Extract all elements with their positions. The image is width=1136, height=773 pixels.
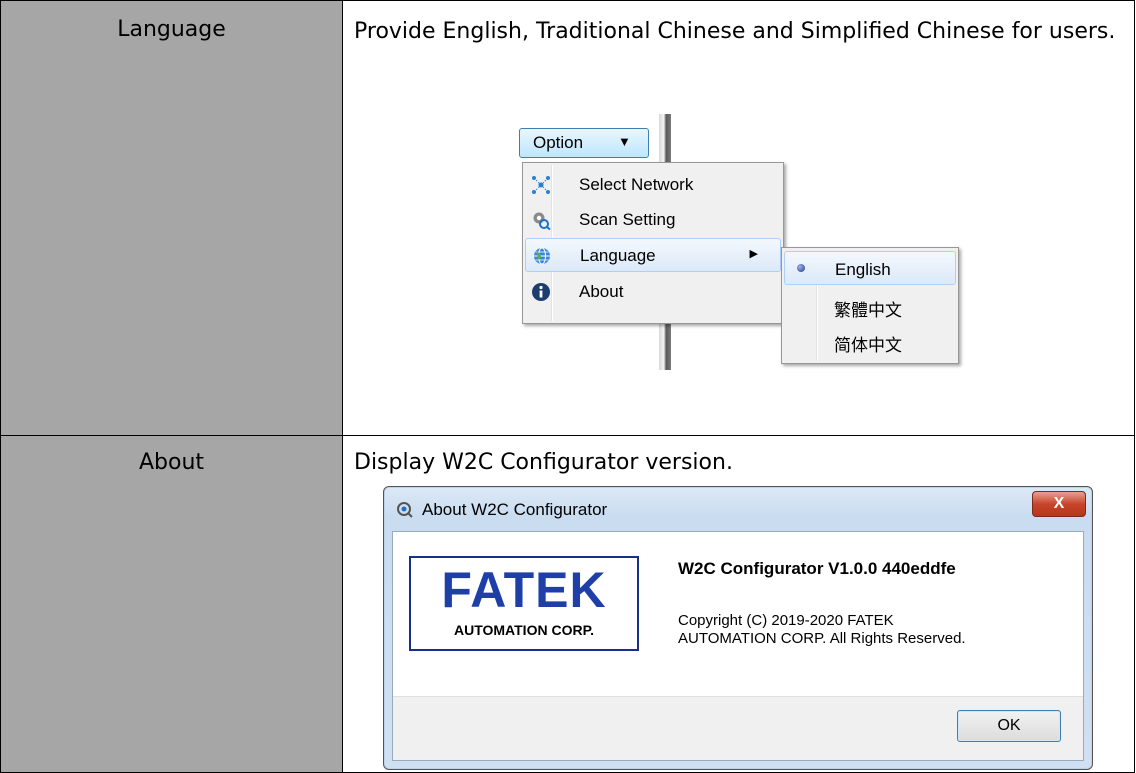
option-dropdown-menu: Select Network Scan Setting Language ▶ A… (522, 162, 784, 324)
copyright-line-1: Copyright (C) 2019-2020 FATEK (678, 612, 894, 629)
option-button-label: Option (533, 133, 584, 152)
row-description-language: Provide English, Traditional Chinese and… (354, 19, 1116, 44)
menu-item-language[interactable]: Language ▶ (525, 238, 781, 272)
language-label-cell: Language (0, 0, 343, 436)
network-icon (531, 175, 551, 195)
row-label-language: Language (117, 17, 226, 42)
logo-text: FATEK (441, 562, 607, 618)
dialog-footer: OK (393, 696, 1083, 760)
menu-item-label: Select Network (579, 175, 694, 194)
ok-button[interactable]: OK (957, 710, 1061, 742)
dialog-body: FATEK AUTOMATION CORP. W2C Configurator … (392, 531, 1084, 761)
option-menu-screenshot: Option ▼ Select Network Scan Setting Lan… (519, 114, 959, 372)
language-submenu: English 繁體中文 简体中文 (781, 247, 959, 364)
option-button[interactable]: Option ▼ (519, 128, 649, 158)
about-description-cell: Display W2C Configurator version. About … (342, 435, 1135, 773)
fatek-logo: FATEK AUTOMATION CORP. (409, 556, 639, 651)
close-button[interactable]: X (1032, 491, 1086, 517)
menu-item-scan-setting[interactable]: Scan Setting (525, 203, 781, 237)
submenu-item-label: English (835, 260, 891, 279)
about-dialog: About W2C Configurator X FATEK AUTOMATIO… (383, 486, 1093, 770)
row-description-about: Display W2C Configurator version. (354, 450, 733, 475)
about-label-cell: About (0, 435, 343, 773)
submenu-item-simplified-chinese[interactable]: 简体中文 (784, 323, 956, 357)
menu-item-label: About (579, 282, 624, 301)
submenu-arrow-icon: ▶ (749, 248, 758, 260)
row-label-about: About (138, 450, 205, 475)
globe-icon (532, 246, 552, 266)
menu-item-label: Scan Setting (579, 210, 676, 229)
chevron-down-icon: ▼ (618, 134, 631, 149)
scan-setting-icon (531, 210, 551, 231)
submenu-item-english[interactable]: English (784, 251, 956, 285)
radio-selected-icon (797, 264, 805, 272)
menu-item-select-network[interactable]: Select Network (525, 168, 781, 202)
copyright-line-2: AUTOMATION CORP. All Rights Reserved. (678, 630, 966, 647)
submenu-item-label: 简体中文 (834, 336, 902, 355)
dialog-title: About W2C Configurator (422, 500, 608, 519)
logo-subtext: AUTOMATION CORP. (453, 622, 594, 638)
version-text: W2C Configurator V1.0.0 440eddfe (678, 559, 956, 578)
submenu-item-label: 繁體中文 (834, 301, 902, 320)
menu-item-label: Language (580, 246, 656, 265)
menu-item-about[interactable]: About (525, 275, 781, 309)
app-icon (396, 501, 414, 523)
copyright-text: Copyright (C) 2019-2020 FATEK AUTOMATION… (678, 612, 1068, 648)
info-icon (531, 282, 551, 302)
feature-table: Language Provide English, Traditional Ch… (0, 0, 1136, 773)
submenu-item-traditional-chinese[interactable]: 繁體中文 (784, 288, 956, 322)
language-description-cell: Provide English, Traditional Chinese and… (342, 0, 1135, 436)
